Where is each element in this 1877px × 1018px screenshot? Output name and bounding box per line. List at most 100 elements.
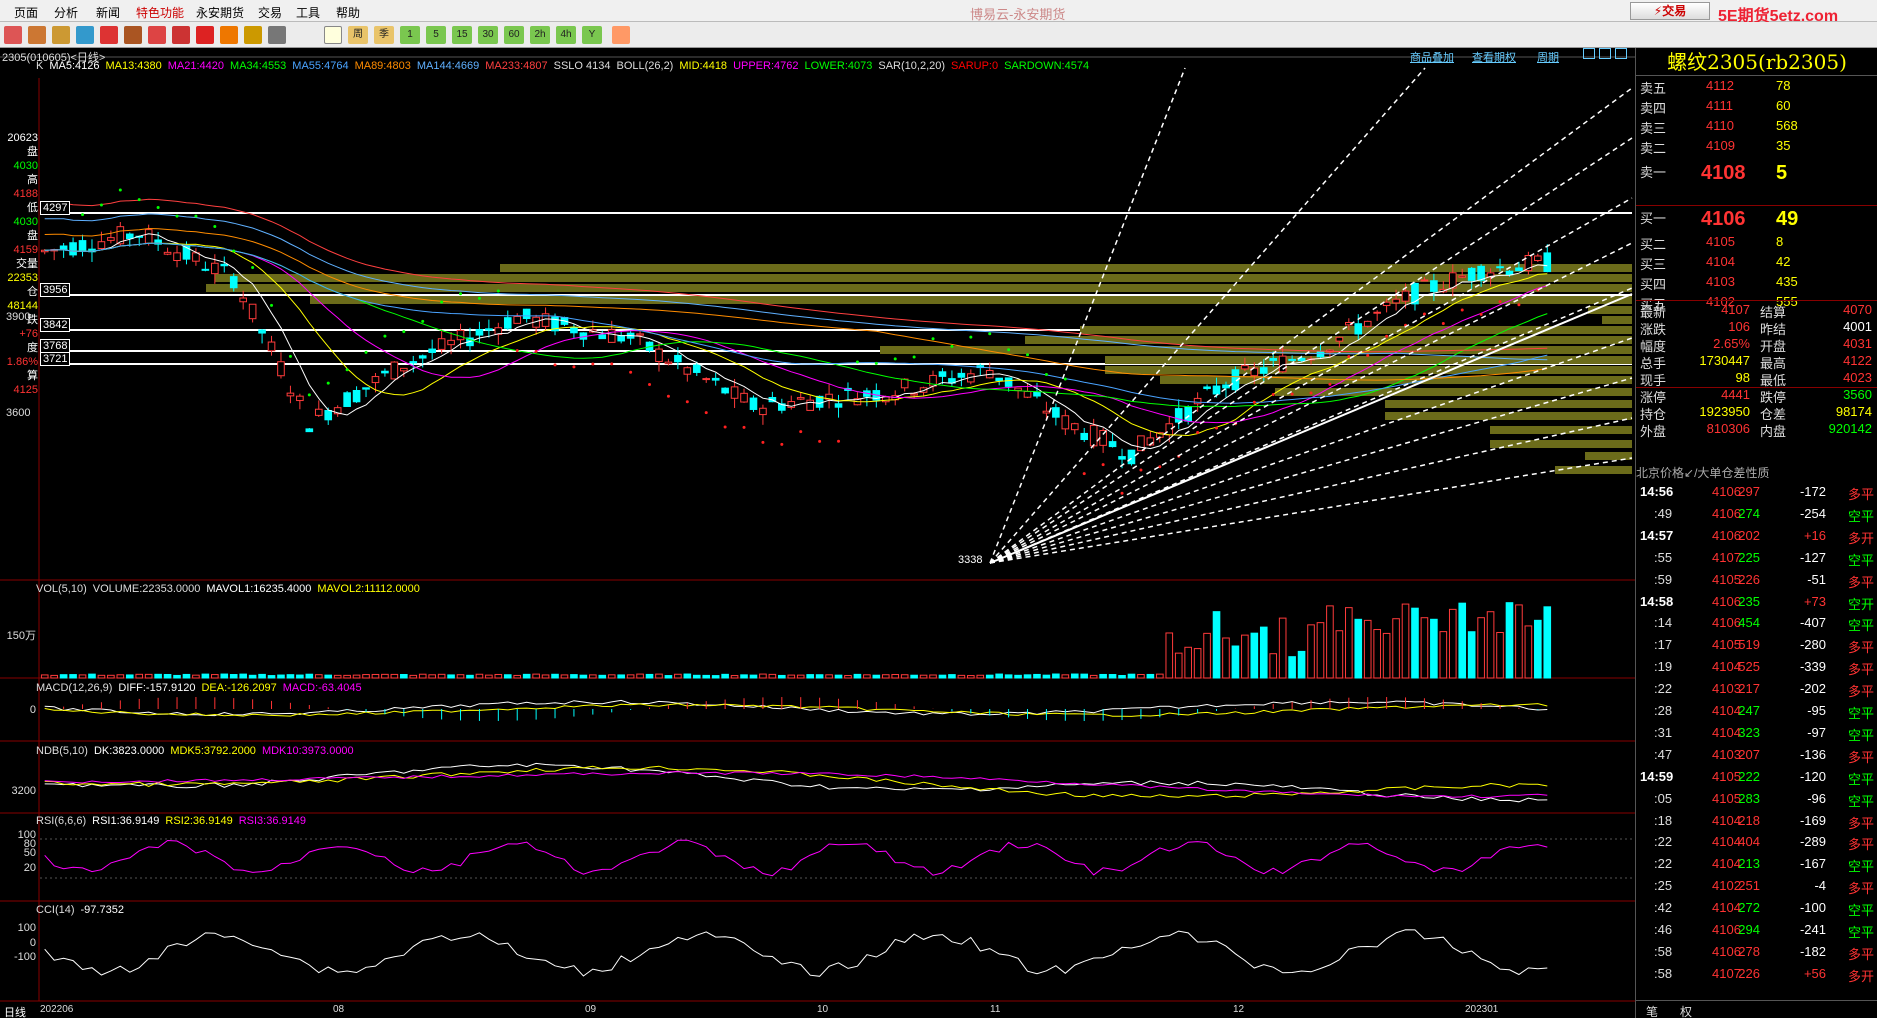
candle-body xyxy=(1193,397,1202,405)
tick-price: 4106 xyxy=(1712,922,1741,937)
ma-indicator-line: K MA5:4126 MA13:4380 MA21:4420 MA34:4553 MA55… xyxy=(36,60,1095,72)
sar-dot xyxy=(629,370,633,374)
period-button-7[interactable]: 2h xyxy=(530,26,550,44)
volume-bar xyxy=(617,674,625,679)
sar-dot xyxy=(1479,312,1483,316)
tick-price: 4105 xyxy=(1712,637,1741,653)
bottom-tab-0[interactable]: 笔 xyxy=(1646,1003,1658,1018)
volume-bar xyxy=(513,674,522,679)
period-button-3[interactable]: 5 xyxy=(426,26,446,44)
menu-item-6[interactable]: 工具 xyxy=(296,4,320,21)
bid-row[interactable]: 买一 4106 49 xyxy=(1636,208,1877,234)
period-button-2[interactable]: 1 xyxy=(400,26,420,44)
menu-item-7[interactable]: 帮助 xyxy=(336,4,360,21)
ask-row[interactable]: 卖三 4110 568 xyxy=(1636,118,1877,138)
bottom-tab-1[interactable]: 权 xyxy=(1680,1003,1692,1018)
tick-type: 空平 xyxy=(1847,727,1874,743)
window-ctrl-icon-2[interactable] xyxy=(1615,48,1627,59)
calendar-icon[interactable] xyxy=(612,26,630,44)
gann-fan-line xyxy=(989,67,1186,564)
chart-canvas[interactable] xyxy=(0,48,1635,1018)
candle-body xyxy=(1023,391,1032,398)
chart-link-2[interactable]: 周期 xyxy=(1537,49,1559,65)
menu-item-1[interactable]: 分析 xyxy=(54,4,78,21)
log-icon[interactable] xyxy=(268,26,286,44)
volume-bar xyxy=(1326,605,1334,679)
window-ctrl-icon-1[interactable] xyxy=(1599,48,1611,59)
table-icon[interactable] xyxy=(244,26,262,44)
menu-item-4[interactable]: 永安期货 xyxy=(196,4,244,21)
tick-oi: -169 xyxy=(1799,812,1826,828)
volume-bar xyxy=(1042,674,1051,679)
period-button-4[interactable]: 15 xyxy=(452,26,472,44)
brush-icon[interactable] xyxy=(172,26,190,44)
volume-bar xyxy=(1345,607,1353,679)
bid-row[interactable]: 买四 4103 435 xyxy=(1636,274,1877,294)
bid-row[interactable]: 买三 4104 42 xyxy=(1636,254,1877,274)
search-icon[interactable] xyxy=(124,26,142,44)
ask-row[interactable]: 卖五 4112 78 xyxy=(1636,78,1877,98)
candle-body xyxy=(447,339,455,346)
trade-button[interactable]: ⚡交易 xyxy=(1630,2,1710,20)
filter-icon[interactable] xyxy=(220,26,238,44)
pen-icon[interactable] xyxy=(148,26,166,44)
tick-header-vol: ↙/大单 xyxy=(1684,466,1722,480)
save-icon[interactable] xyxy=(28,26,46,44)
window-ctrl-icon-0[interactable] xyxy=(1583,48,1595,59)
sar-dot xyxy=(477,296,481,300)
volume-bar xyxy=(135,673,144,679)
chart-link-1[interactable]: 查看期权 xyxy=(1472,49,1516,65)
menu-item-3[interactable]: 特色功能 xyxy=(136,4,184,21)
tick-type: 多平 xyxy=(1847,640,1874,656)
tick-type: 空平 xyxy=(1847,552,1874,568)
tick-price: 4105 xyxy=(1712,790,1741,806)
period-button-5[interactable]: 30 xyxy=(478,26,498,44)
ask-row[interactable]: 卖一 4108 5 xyxy=(1636,162,1877,188)
ma-label-6: MA89:4803 xyxy=(354,60,411,72)
print-icon[interactable] xyxy=(52,26,70,44)
sar-dot xyxy=(1385,334,1389,338)
rsi_pane-title: RSI(6,6,6) xyxy=(36,815,87,827)
volume-bar xyxy=(400,673,408,679)
volume-bar xyxy=(1269,653,1278,679)
ask-qty: 568 xyxy=(1776,118,1798,133)
candle-body xyxy=(371,376,380,384)
left-info-10: 22353 xyxy=(7,272,38,284)
stat-row: 外盘 810306 内盘 920142 xyxy=(1636,421,1877,441)
ma-label-5: MA55:4764 xyxy=(292,60,349,72)
zoom-in-icon[interactable] xyxy=(76,26,94,44)
left-info-2: 4030 xyxy=(13,160,38,172)
menu-item-2[interactable]: 新闻 xyxy=(96,4,120,21)
low-marker: 3338 xyxy=(958,554,983,566)
ask-row[interactable]: 卖四 4111 60 xyxy=(1636,98,1877,118)
candle-body xyxy=(513,315,522,324)
chart-icon[interactable] xyxy=(196,26,214,44)
volume-bar xyxy=(541,674,550,679)
chart-area[interactable]: 2305(010605)<日线> 商品叠加 查看期权 周期 K MA5:4126 MA1… xyxy=(0,48,1635,1018)
period-button-9[interactable]: Y xyxy=(582,26,602,44)
period-button-0[interactable]: 周 xyxy=(348,26,368,44)
bid-row[interactable]: 买二 4105 8 xyxy=(1636,234,1877,254)
menu-item-0[interactable]: 页面 xyxy=(14,4,38,21)
candle-body xyxy=(381,370,389,374)
layout-icon[interactable] xyxy=(324,26,342,44)
tick-price: 4103 xyxy=(1712,746,1741,762)
candle-body xyxy=(1420,279,1429,282)
folder-icon[interactable] xyxy=(4,26,22,44)
volume-bar xyxy=(324,674,333,679)
ask-row[interactable]: 卖二 4109 35 xyxy=(1636,138,1877,158)
period-button-8[interactable]: 4h xyxy=(556,26,576,44)
sar-dot xyxy=(515,349,519,353)
chart-link-0[interactable]: 商品叠加 xyxy=(1410,49,1454,65)
period-button-6[interactable]: 60 xyxy=(504,26,524,44)
volume-bar xyxy=(881,674,890,679)
left-info-9: 交量 xyxy=(16,258,38,270)
tick-time: :49 xyxy=(1654,505,1673,521)
candle-body xyxy=(1108,441,1117,448)
sar-dot xyxy=(969,335,973,339)
sar-dot xyxy=(459,292,463,296)
menu-item-5[interactable]: 交易 xyxy=(258,4,282,21)
tick-type: 多平 xyxy=(1847,881,1874,897)
zoom-out-icon[interactable] xyxy=(100,26,118,44)
period-button-1[interactable]: 季 xyxy=(374,26,394,44)
